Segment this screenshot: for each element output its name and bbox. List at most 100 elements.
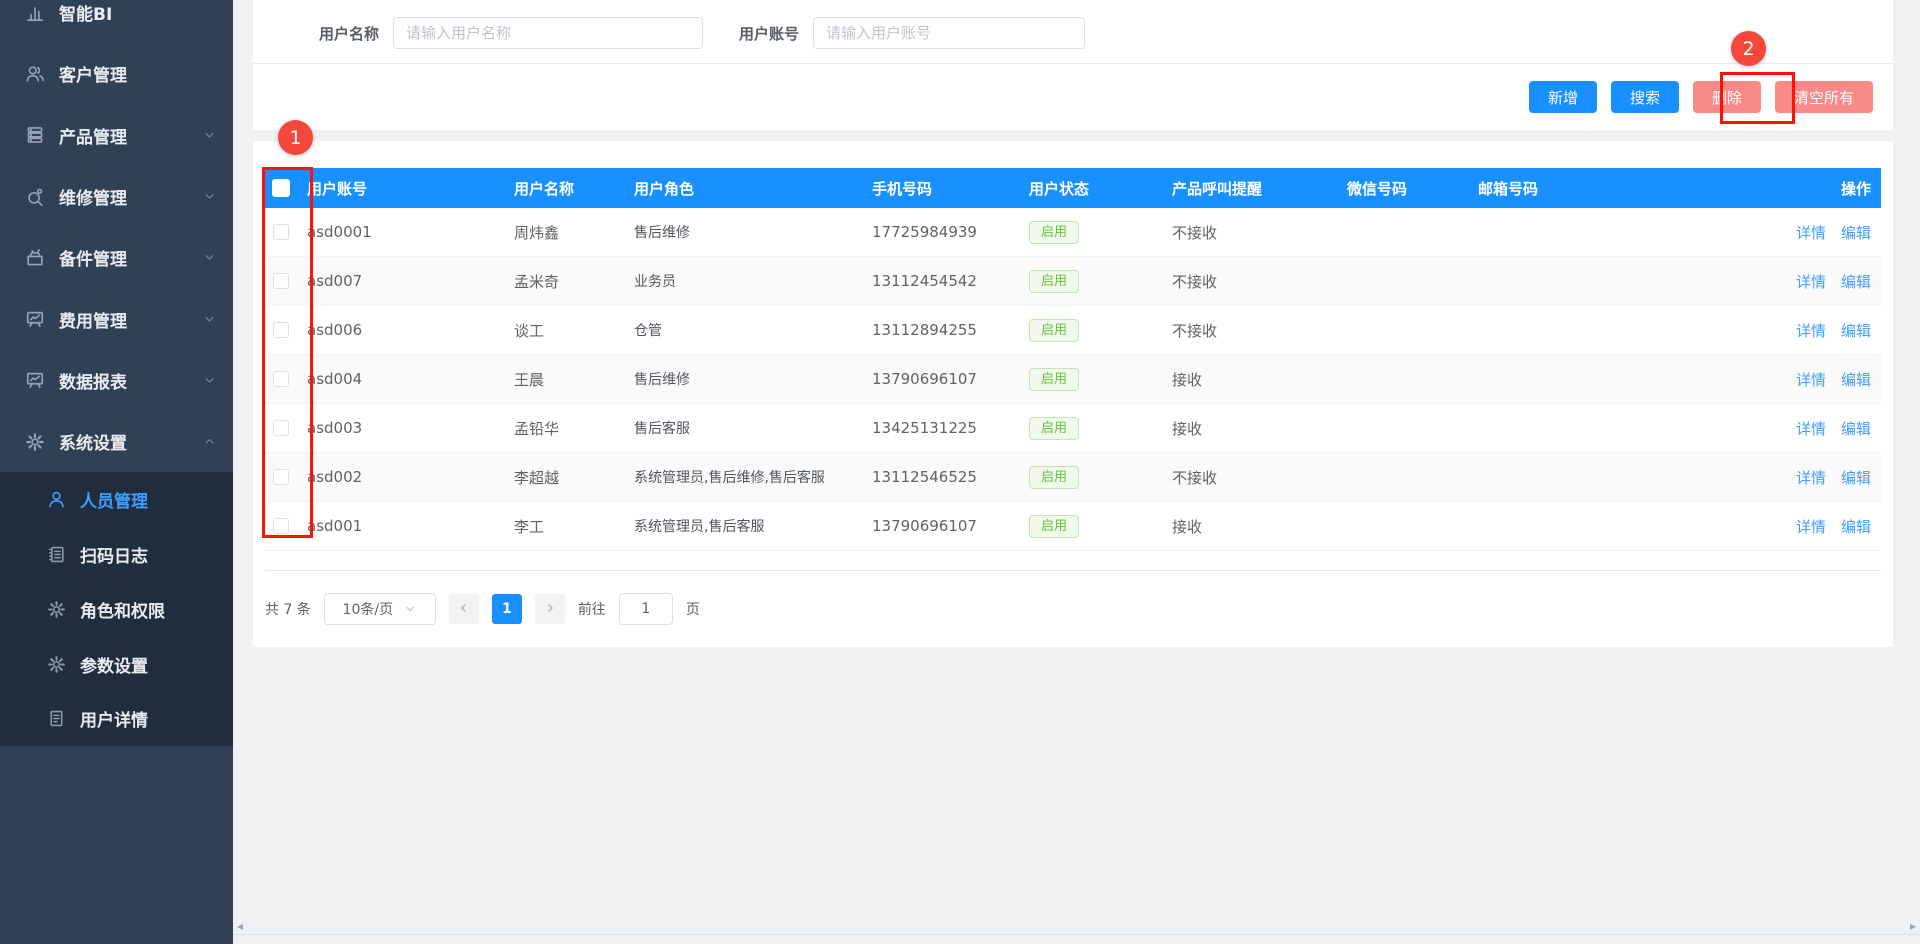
sidebar-item-bi[interactable]: 智能BI [0,0,233,43]
cell-call-notify: 接收 [1162,418,1337,439]
annotation-step-2: 2 [1731,31,1766,66]
username-label: 用户名称 [319,23,379,44]
sidebar-item-settings[interactable]: 系统设置 [0,411,233,472]
status-badge: 启用 [1029,270,1079,293]
cell-call-notify: 不接收 [1162,467,1337,488]
horizontal-scrollbar[interactable]: ◂ ▸ [233,919,1920,935]
edit-link[interactable]: 编辑 [1841,418,1871,439]
sidebar-subitem-scan-log[interactable]: 扫码日志 [0,527,233,582]
cell-name: 王晨 [504,369,624,390]
cell-ops: 详情编辑 [1735,222,1881,243]
edit-link[interactable]: 编辑 [1841,222,1871,243]
cell-account: asd004 [297,370,504,388]
user-icon [45,489,67,511]
row-checkbox[interactable] [273,224,289,240]
cell-account: asd001 [297,517,504,535]
table-panel: 用户账号用户名称用户角色手机号码用户状态产品呼叫提醒微信号码邮箱号码操作 asd… [253,141,1893,647]
detail-link[interactable]: 详情 [1796,222,1826,243]
cell-role: 系统管理员,售后客服 [624,516,862,536]
edit-link[interactable]: 编辑 [1841,467,1871,488]
filter-form: 用户名称 用户账号 [253,0,1893,49]
sidebar-item-label: 智能BI [59,0,112,25]
row-checkbox[interactable] [273,322,289,338]
cell-call-notify: 接收 [1162,369,1337,390]
sidebar-subitem-params[interactable]: 参数设置 [0,637,233,692]
row-checkbox[interactable] [273,518,289,534]
search-button[interactable]: 搜索 [1611,81,1679,113]
sidebar-item-spare-parts[interactable]: 备件管理 [0,227,233,288]
sidebar-item-expense[interactable]: 费用管理 [0,288,233,349]
sidebar-subitem-staff[interactable]: 人员管理 [0,472,233,527]
detail-link[interactable]: 详情 [1796,467,1826,488]
prev-page-button[interactable] [449,594,479,624]
goto-page-input[interactable] [619,593,673,625]
detail-link[interactable]: 详情 [1796,369,1826,390]
username-input[interactable] [393,17,703,49]
row-checkbox[interactable] [273,420,289,436]
annotation-step-1: 1 [278,120,313,155]
table-row: asd003孟铅华售后客服13425131225启用接收详情编辑 [265,404,1881,453]
column-header-ops: 操作 [1735,178,1881,199]
status-badge: 启用 [1029,319,1079,342]
sidebar-item-repair[interactable]: 维修管理 [0,166,233,227]
goto-label: 前往 [578,599,606,619]
row-checkbox-cell [265,469,297,485]
cell-phone: 17725984939 [862,223,1019,241]
scroll-left-arrow-icon[interactable]: ◂ [237,919,243,934]
cell-name: 李工 [504,516,624,537]
table-row: asd002李超越系统管理员,售后维修,售后客服13112546525启用不接收… [265,453,1881,502]
gear-icon [45,653,67,675]
status-badge: 启用 [1029,221,1079,244]
cell-name: 孟铅华 [504,418,624,439]
next-page-button[interactable] [535,594,565,624]
chevron-down-icon [202,373,217,388]
detail-link[interactable]: 详情 [1796,418,1826,439]
table-row: asd004王晨售后维修13790696107启用接收详情编辑 [265,355,1881,404]
cell-call-notify: 不接收 [1162,320,1337,341]
sidebar-subitem-label: 角色和权限 [80,597,165,622]
cell-ops: 详情编辑 [1735,418,1881,439]
cell-role: 业务员 [624,271,862,291]
status-badge: 启用 [1029,515,1079,538]
cell-phone: 13425131225 [862,419,1019,437]
detail-link[interactable]: 详情 [1796,271,1826,292]
edit-link[interactable]: 编辑 [1841,516,1871,537]
sidebar-item-label: 维修管理 [59,184,127,209]
sidebar-subitem-roles[interactable]: 角色和权限 [0,582,233,637]
edit-link[interactable]: 编辑 [1841,271,1871,292]
chevron-right-icon [543,601,557,618]
select-all-checkbox[interactable] [272,179,290,197]
row-checkbox[interactable] [273,371,289,387]
sidebar-item-reports[interactable]: 数据报表 [0,350,233,411]
chevron-left-icon [457,601,471,618]
current-page-button[interactable]: 1 [492,594,522,624]
page-size-select[interactable]: 10条/页 [324,593,436,625]
clear-all-button[interactable]: 清空所有 [1775,81,1873,113]
sidebar-menu: 智能BI 客户管理产品管理维修管理备件管理费用管理数据报表系统设置人员管理扫码日志… [0,0,233,746]
delete-button[interactable]: 删除 [1693,81,1761,113]
status-badge: 启用 [1029,466,1079,489]
sidebar-submenu-settings: 人员管理扫码日志角色和权限参数设置用户详情 [0,472,233,746]
row-checkbox[interactable] [273,273,289,289]
cell-status: 启用 [1019,270,1162,293]
chevron-down-icon [202,189,217,204]
cell-account: asd006 [297,321,504,339]
add-button[interactable]: 新增 [1529,81,1597,113]
detail-link[interactable]: 详情 [1796,320,1826,341]
user-table: 用户账号用户名称用户角色手机号码用户状态产品呼叫提醒微信号码邮箱号码操作 asd… [265,168,1881,571]
sidebar-subitem-user-detail[interactable]: 用户详情 [0,692,233,747]
account-input[interactable] [813,17,1085,49]
sidebar-item-customers[interactable]: 客户管理 [0,43,233,104]
edit-link[interactable]: 编辑 [1841,320,1871,341]
table-header-row: 用户账号用户名称用户角色手机号码用户状态产品呼叫提醒微信号码邮箱号码操作 [265,168,1881,208]
scroll-right-arrow-icon[interactable]: ▸ [1910,919,1916,934]
edit-link[interactable]: 编辑 [1841,369,1871,390]
bar-chart-icon [24,2,46,24]
column-header-status: 用户状态 [1019,178,1162,199]
sidebar-item-label: 备件管理 [59,245,127,270]
cell-name: 李超越 [504,467,624,488]
detail-link[interactable]: 详情 [1796,516,1826,537]
page-size-value: 10条/页 [343,599,394,619]
sidebar-item-products[interactable]: 产品管理 [0,105,233,166]
row-checkbox[interactable] [273,469,289,485]
